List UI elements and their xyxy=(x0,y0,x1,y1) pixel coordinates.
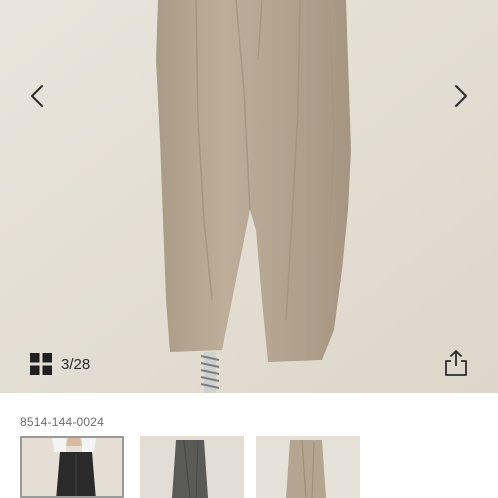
chevron-left-icon xyxy=(31,85,43,107)
thumbnail-black[interactable] xyxy=(20,436,124,498)
product-sku: 8514-144-0024 xyxy=(20,415,105,429)
chevron-right-icon xyxy=(455,85,467,107)
prev-image-button[interactable] xyxy=(20,78,54,114)
image-counter: 3/28 xyxy=(61,356,91,373)
thumbnail-beige[interactable] xyxy=(256,436,360,498)
product-photo xyxy=(0,0,498,393)
product-image-gallery[interactable]: 3/28 xyxy=(0,0,498,393)
thumbnail-charcoal[interactable] xyxy=(140,436,244,498)
next-image-button[interactable] xyxy=(444,78,478,114)
thumbnail-black-image xyxy=(22,438,122,496)
share-icon xyxy=(445,350,467,376)
thumbnail-strip xyxy=(20,436,498,498)
share-button[interactable] xyxy=(443,349,469,377)
thumbnail-charcoal-image xyxy=(140,436,244,498)
grid-view-button[interactable] xyxy=(30,353,52,375)
thumbnail-beige-image xyxy=(256,436,360,498)
grid-icon xyxy=(30,353,52,375)
